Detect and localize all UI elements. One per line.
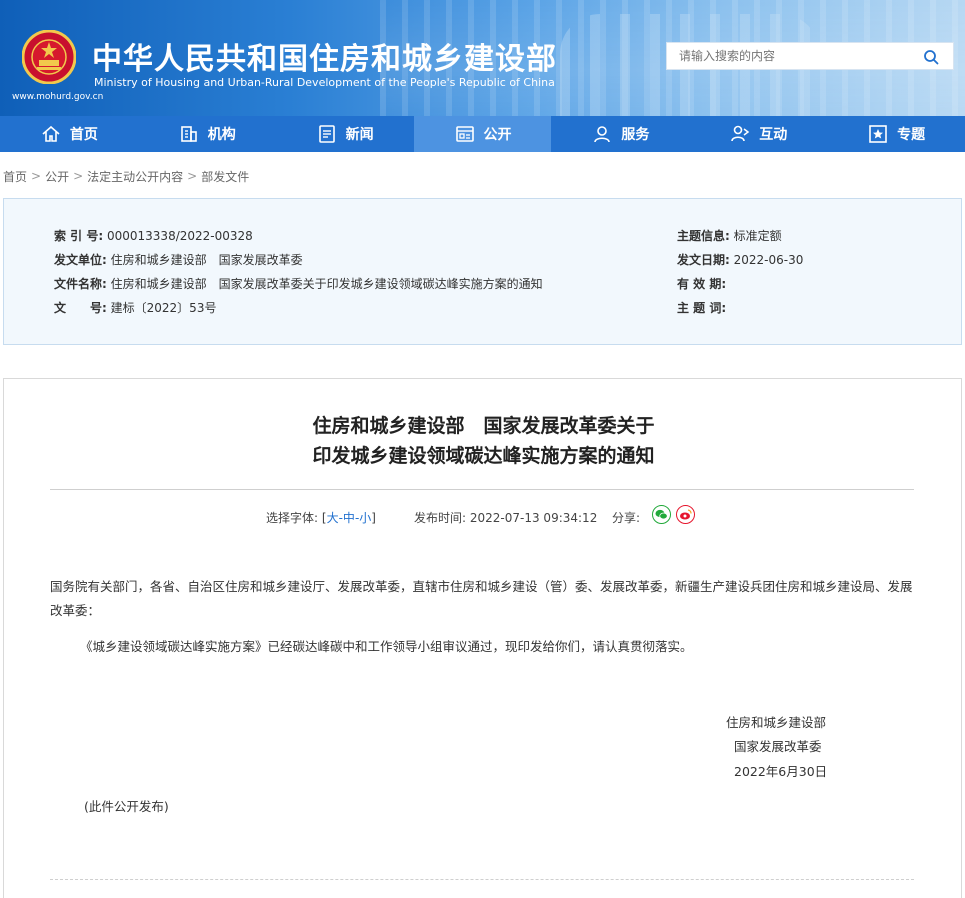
breadcrumb-disclosure[interactable]: 公开 bbox=[45, 168, 69, 185]
signatory-ministry: 住房和城乡建设部 bbox=[726, 715, 827, 730]
info-docno-value: 建标〔2022〕53号 bbox=[110, 301, 217, 315]
info-keywords-label: 主 题 词: bbox=[677, 301, 727, 315]
breadcrumb-statutory[interactable]: 法定主动公开内容 bbox=[87, 168, 183, 185]
font-size-large-link[interactable]: 大 bbox=[327, 511, 339, 525]
interaction-icon bbox=[731, 125, 750, 142]
info-index-row: 索 引 号: 000013338/2022-00328 bbox=[54, 227, 253, 244]
breadcrumb: 首页 > 公开 > 法定主动公开内容 > 部发文件 bbox=[0, 152, 965, 200]
font-size-close-bracket: ] bbox=[371, 511, 376, 525]
wechat-icon[interactable] bbox=[652, 505, 671, 524]
info-topic-row: 主题信息: 标准定额 bbox=[677, 227, 782, 244]
document-icon bbox=[455, 126, 474, 142]
article-title-line-1: 住房和城乡建设部 国家发展改革委关于 bbox=[312, 415, 655, 437]
title-divider bbox=[50, 489, 914, 490]
info-validity-label: 有 效 期: bbox=[677, 277, 727, 291]
info-docname-label: 文件名称: bbox=[54, 277, 107, 291]
publish-time: 发布时间: 2022-07-13 09:34:12 bbox=[414, 509, 597, 526]
site-title[interactable]: 中华人民共和国住房和城乡建设部 bbox=[92, 34, 557, 78]
search-box bbox=[666, 42, 954, 70]
article-title-line-2: 印发城乡建设领域碳达峰实施方案的通知 bbox=[312, 445, 655, 467]
share-label: 分享: bbox=[612, 511, 641, 525]
font-size-medium-link[interactable]: 中 bbox=[343, 511, 355, 525]
signature-date: 2022年6月30日 bbox=[734, 764, 828, 779]
weibo-icon[interactable] bbox=[676, 505, 695, 524]
info-index-label: 索 引 号: bbox=[54, 229, 104, 243]
nav-label: 公开 bbox=[483, 127, 512, 143]
search-icon[interactable] bbox=[923, 49, 939, 65]
breadcrumb-separator: > bbox=[187, 169, 198, 183]
nav-label: 首页 bbox=[69, 127, 98, 143]
article-paragraph-2: 《城乡建设领域碳达峰实施方案》已经碳达峰碳中和工作领导小组审议通过，现印发给你们… bbox=[80, 639, 693, 654]
info-docno-row: 文 号: 建标〔2022〕53号 bbox=[54, 299, 216, 316]
nav-label: 服务 bbox=[621, 127, 650, 143]
info-issuer-row: 发文单位: 住房和城乡建设部 国家发展改革委 bbox=[54, 251, 303, 268]
main-nav: 首页 机构 新闻 公开 服务 互动 专题 bbox=[0, 116, 965, 152]
info-date-value: 2022-06-30 bbox=[733, 253, 804, 267]
info-topic-value: 标准定额 bbox=[733, 229, 782, 243]
nav-item-home[interactable]: 首页 bbox=[0, 116, 138, 152]
breadcrumb-separator: > bbox=[73, 169, 84, 183]
nav-label: 机构 bbox=[207, 127, 236, 143]
nav-item-topics[interactable]: 专题 bbox=[827, 116, 965, 152]
article-bottom-divider bbox=[50, 879, 914, 880]
site-url: www.mohurd.gov.cn bbox=[12, 92, 104, 102]
nav-item-service[interactable]: 服务 bbox=[551, 116, 689, 152]
info-date-label: 发文日期: bbox=[677, 253, 730, 267]
breadcrumb-home[interactable]: 首页 bbox=[3, 168, 27, 185]
signatory-ndrc: 国家发展改革委 bbox=[734, 739, 822, 754]
article-paragraph-1: 国务院有关部门，各省、自治区住房和城乡建设厅、发展改革委，直辖市住房和城乡建设（… bbox=[50, 579, 913, 618]
document-info-box: 索 引 号: 000013338/2022-00328 发文单位: 住房和城乡建… bbox=[3, 198, 962, 345]
info-docname-value: 住房和城乡建设部 国家发展改革委关于印发城乡建设领域碳达峰实施方案的通知 bbox=[110, 277, 543, 291]
search-input[interactable] bbox=[667, 43, 917, 69]
home-icon bbox=[42, 125, 60, 142]
nav-item-news[interactable]: 新闻 bbox=[276, 116, 414, 152]
info-issuer-label: 发文单位: bbox=[54, 253, 107, 267]
publication-note: (此件公开发布) bbox=[84, 799, 169, 814]
nav-label: 专题 bbox=[897, 127, 926, 143]
news-icon bbox=[318, 125, 335, 143]
nav-item-interaction[interactable]: 互动 bbox=[689, 116, 827, 152]
service-icon bbox=[594, 126, 611, 143]
font-size-small-link[interactable]: 小 bbox=[359, 511, 371, 525]
publish-time-value: 2022-07-13 09:34:12 bbox=[469, 511, 598, 525]
site-header: www.mohurd.gov.cn 中华人民共和国住房和城乡建设部 Minist… bbox=[0, 0, 965, 116]
building-icon bbox=[180, 126, 197, 142]
info-topic-label: 主题信息: bbox=[677, 229, 730, 243]
breadcrumb-separator: > bbox=[31, 169, 42, 183]
nav-item-disclosure[interactable]: 公开 bbox=[413, 116, 552, 152]
font-size-label: 选择字体: bbox=[266, 511, 319, 525]
national-emblem-icon[interactable] bbox=[22, 30, 76, 84]
nav-label: 新闻 bbox=[345, 127, 374, 143]
font-size-selector: 选择字体: [大-中-小] bbox=[266, 509, 376, 526]
info-date-row: 发文日期: 2022-06-30 bbox=[677, 251, 803, 268]
info-issuer-value: 住房和城乡建设部 国家发展改革委 bbox=[110, 253, 303, 267]
info-validity-row: 有 效 期: bbox=[677, 275, 726, 292]
breadcrumb-documents[interactable]: 部发文件 bbox=[201, 168, 249, 185]
nav-label: 互动 bbox=[759, 127, 788, 143]
article: 住房和城乡建设部 国家发展改革委关于 印发城乡建设领域碳达峰实施方案的通知 选择… bbox=[3, 378, 962, 898]
site-subtitle: Ministry of Housing and Urban-Rural Deve… bbox=[94, 76, 555, 89]
info-docname-row: 文件名称: 住房和城乡建设部 国家发展改革委关于印发城乡建设领域碳达峰实施方案的… bbox=[54, 275, 543, 292]
info-keywords-row: 主 题 词: bbox=[677, 299, 726, 316]
info-index-value: 000013338/2022-00328 bbox=[106, 229, 253, 243]
info-docno-label: 文 号: bbox=[54, 301, 107, 315]
star-icon bbox=[869, 125, 887, 143]
publish-time-label: 发布时间: bbox=[414, 511, 467, 525]
nav-item-organization[interactable]: 机构 bbox=[138, 116, 276, 152]
